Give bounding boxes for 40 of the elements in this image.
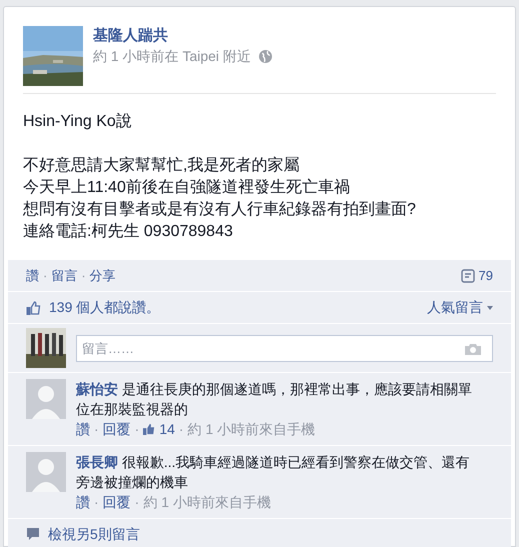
separator-dot: · (81, 266, 86, 285)
share-count[interactable]: 79 (478, 266, 493, 286)
post-intro: Hsin-Ying Ko說 (23, 112, 133, 132)
action-link[interactable]: 留言 (51, 266, 78, 286)
camera-icon[interactable] (465, 342, 481, 354)
avatar-icon (26, 379, 66, 419)
caret-icon (487, 306, 493, 310)
comment-like-count[interactable]: 14 (159, 419, 175, 439)
separator-dot: · (134, 493, 140, 512)
comment-text: 張長卿 很報歉...我騎車經過隧道時已經看到警察在做交管、還有旁邊被撞爛的機車 (76, 453, 471, 492)
comment-action-link[interactable]: 回覆 (102, 419, 131, 439)
comment-time: 約 1 小時前來自手機 (188, 420, 316, 439)
comment-action-link[interactable]: 讚 (76, 419, 90, 439)
separator-dot: · (43, 266, 48, 285)
separator-dot: · (94, 493, 99, 512)
thumbs-up-icon (26, 300, 41, 314)
comment-field[interactable]: 留言…… (76, 334, 493, 362)
comment-action-link[interactable]: 讚 (76, 492, 90, 512)
thumbs-up-icon (143, 423, 156, 435)
action-link[interactable]: 讚 (26, 266, 39, 286)
separator-dot: · (178, 420, 184, 439)
post-meta: 約 1 小時前在 Taipei 附近 (93, 47, 251, 66)
sort-dropdown[interactable]: 人氣留言 (427, 297, 493, 318)
page-name[interactable]: 基隆人踹共 (93, 26, 272, 46)
view-more-comments-link[interactable]: 檢視另5則留言 (48, 524, 140, 544)
post-text: 今天早上11:40前後在自強隧道裡發生死亡車禍 (23, 178, 351, 198)
post-text: 連絡電話:柯先生 0930789843 (23, 222, 234, 242)
separator-dot: · (94, 420, 99, 439)
globe-icon[interactable] (258, 50, 272, 63)
separator-dot: · (134, 420, 140, 439)
comment-time: 約 1 小時前來自手機 (143, 493, 271, 512)
post-text: 想問有沒有目擊者或是有沒有人行車紀錄器有拍到畫面? (23, 200, 417, 220)
comment-text: 蘇怡安 是通往長庚的那個遂道嗎，那裡常出事，應該要請相關單位在那裝監視器的 (76, 380, 473, 419)
post-text: 不好意思請大家幫幫忙,我是死者的家屬 (23, 156, 300, 176)
avatar-icon (26, 452, 66, 492)
action-link[interactable]: 分享 (90, 266, 116, 286)
speech-bubble-icon (26, 527, 40, 541)
likes-summary[interactable]: 139 個人都說讚。 (49, 297, 160, 318)
comment-action-link[interactable]: 回覆 (102, 492, 131, 512)
share-icon[interactable] (460, 268, 475, 282)
